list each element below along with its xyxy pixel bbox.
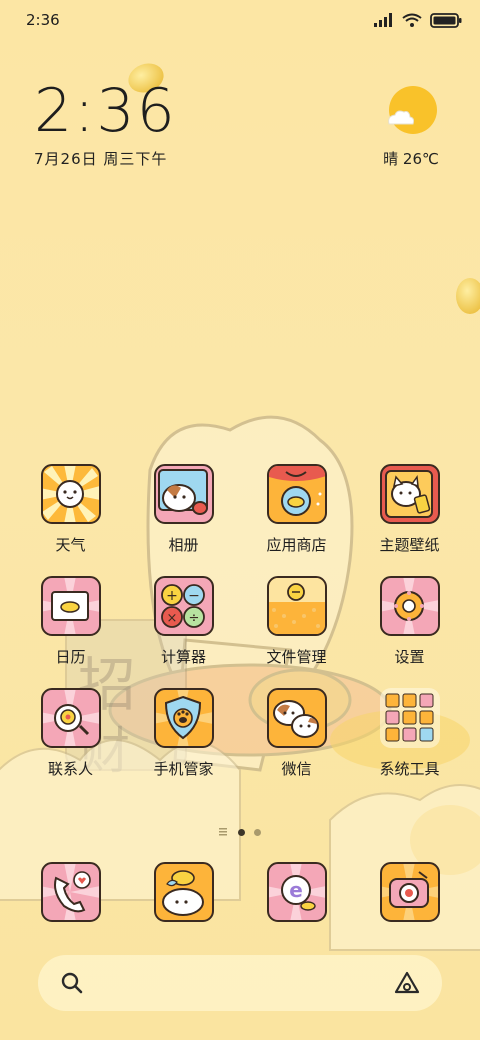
app-themes[interactable]: 主题壁纸 [353, 464, 466, 555]
dock-phone[interactable] [14, 862, 127, 922]
clock-widget[interactable]: 2:36 7月26日 周三下午 [34, 78, 177, 169]
security-app-icon[interactable] [153, 688, 214, 748]
file-manager-app-icon[interactable] [266, 576, 327, 636]
svg-text:÷: ÷ [189, 611, 200, 626]
dock: e [0, 862, 480, 922]
app-store-icon[interactable] [266, 464, 327, 524]
messages-app-icon[interactable] [153, 862, 214, 922]
app-label: 联系人 [47, 760, 93, 778]
system-tools-folder-icon[interactable] [379, 688, 440, 748]
contacts-app-icon[interactable] [40, 688, 101, 748]
page-dot [254, 828, 261, 836]
app-weather[interactable]: 天气 [14, 464, 127, 555]
app-settings[interactable]: 设置 [353, 576, 466, 667]
calculator-app-icon[interactable]: + − × ÷ [153, 576, 214, 636]
weather-app-icon[interactable] [40, 464, 101, 524]
app-system-tools[interactable]: 系统工具 [353, 688, 466, 779]
app-gallery[interactable]: 相册 [127, 464, 240, 555]
weather-widget[interactable]: 晴 26℃ [376, 84, 446, 169]
assistant-icon[interactable] [394, 971, 420, 995]
themes-app-icon[interactable] [379, 464, 440, 524]
app-label: 文件管理 [266, 648, 327, 666]
app-label: 日历 [55, 648, 86, 666]
app-label: 系统工具 [379, 760, 440, 778]
phone-app-icon[interactable] [40, 862, 101, 922]
app-label: 手机管家 [153, 760, 214, 778]
app-label: 微信 [281, 760, 312, 778]
svg-text:×: × [167, 611, 178, 626]
search-icon[interactable] [60, 971, 84, 995]
dock-messages[interactable] [127, 862, 240, 922]
calendar-app-icon[interactable] [40, 576, 101, 636]
app-grid: 天气 相册 应用商店 主题壁纸 日历 + − × ÷ 计算器 文件管理 设置 联… [0, 464, 480, 779]
svg-text:−: − [188, 588, 200, 604]
page-dot-active [238, 828, 245, 836]
app-label: 相册 [168, 536, 199, 554]
settings-app-icon[interactable] [379, 576, 440, 636]
camera-app-icon[interactable] [379, 862, 440, 922]
app-label: 设置 [394, 648, 425, 666]
browser-app-icon[interactable]: e [266, 862, 327, 922]
app-label: 计算器 [160, 648, 206, 666]
app-label: 主题壁纸 [379, 536, 440, 554]
app-label: 应用商店 [266, 536, 327, 554]
app-label: 天气 [55, 536, 86, 554]
app-security[interactable]: 手机管家 [127, 688, 240, 779]
battery-icon [430, 12, 462, 28]
app-calendar[interactable]: 日历 [14, 576, 127, 667]
app-file-manager[interactable]: 文件管理 [240, 576, 353, 667]
app-wechat[interactable]: 微信 [240, 688, 353, 779]
weather-text: 晴 26℃ [383, 150, 439, 168]
clock-time: 2:36 [34, 76, 177, 146]
dock-browser[interactable]: e [240, 862, 353, 922]
dock-camera[interactable] [353, 862, 466, 922]
status-bar: 2:36 [0, 0, 480, 40]
overview-lines-icon [219, 828, 227, 836]
signal-icon [374, 13, 392, 27]
app-app-store[interactable]: 应用商店 [240, 464, 353, 555]
search-bar[interactable] [38, 955, 442, 1011]
app-calculator[interactable]: + − × ÷ 计算器 [127, 576, 240, 667]
gallery-app-icon[interactable] [153, 464, 214, 524]
status-time: 2:36 [26, 11, 60, 29]
sunny-cloud-icon [388, 86, 437, 134]
wechat-app-icon[interactable] [266, 688, 327, 748]
page-indicator[interactable] [0, 828, 480, 836]
svg-text:e: e [289, 878, 303, 902]
wifi-icon [402, 13, 422, 27]
svg-text:+: + [166, 588, 178, 604]
clock-date: 7月26日 周三下午 [34, 150, 168, 168]
app-contacts[interactable]: 联系人 [14, 688, 127, 779]
